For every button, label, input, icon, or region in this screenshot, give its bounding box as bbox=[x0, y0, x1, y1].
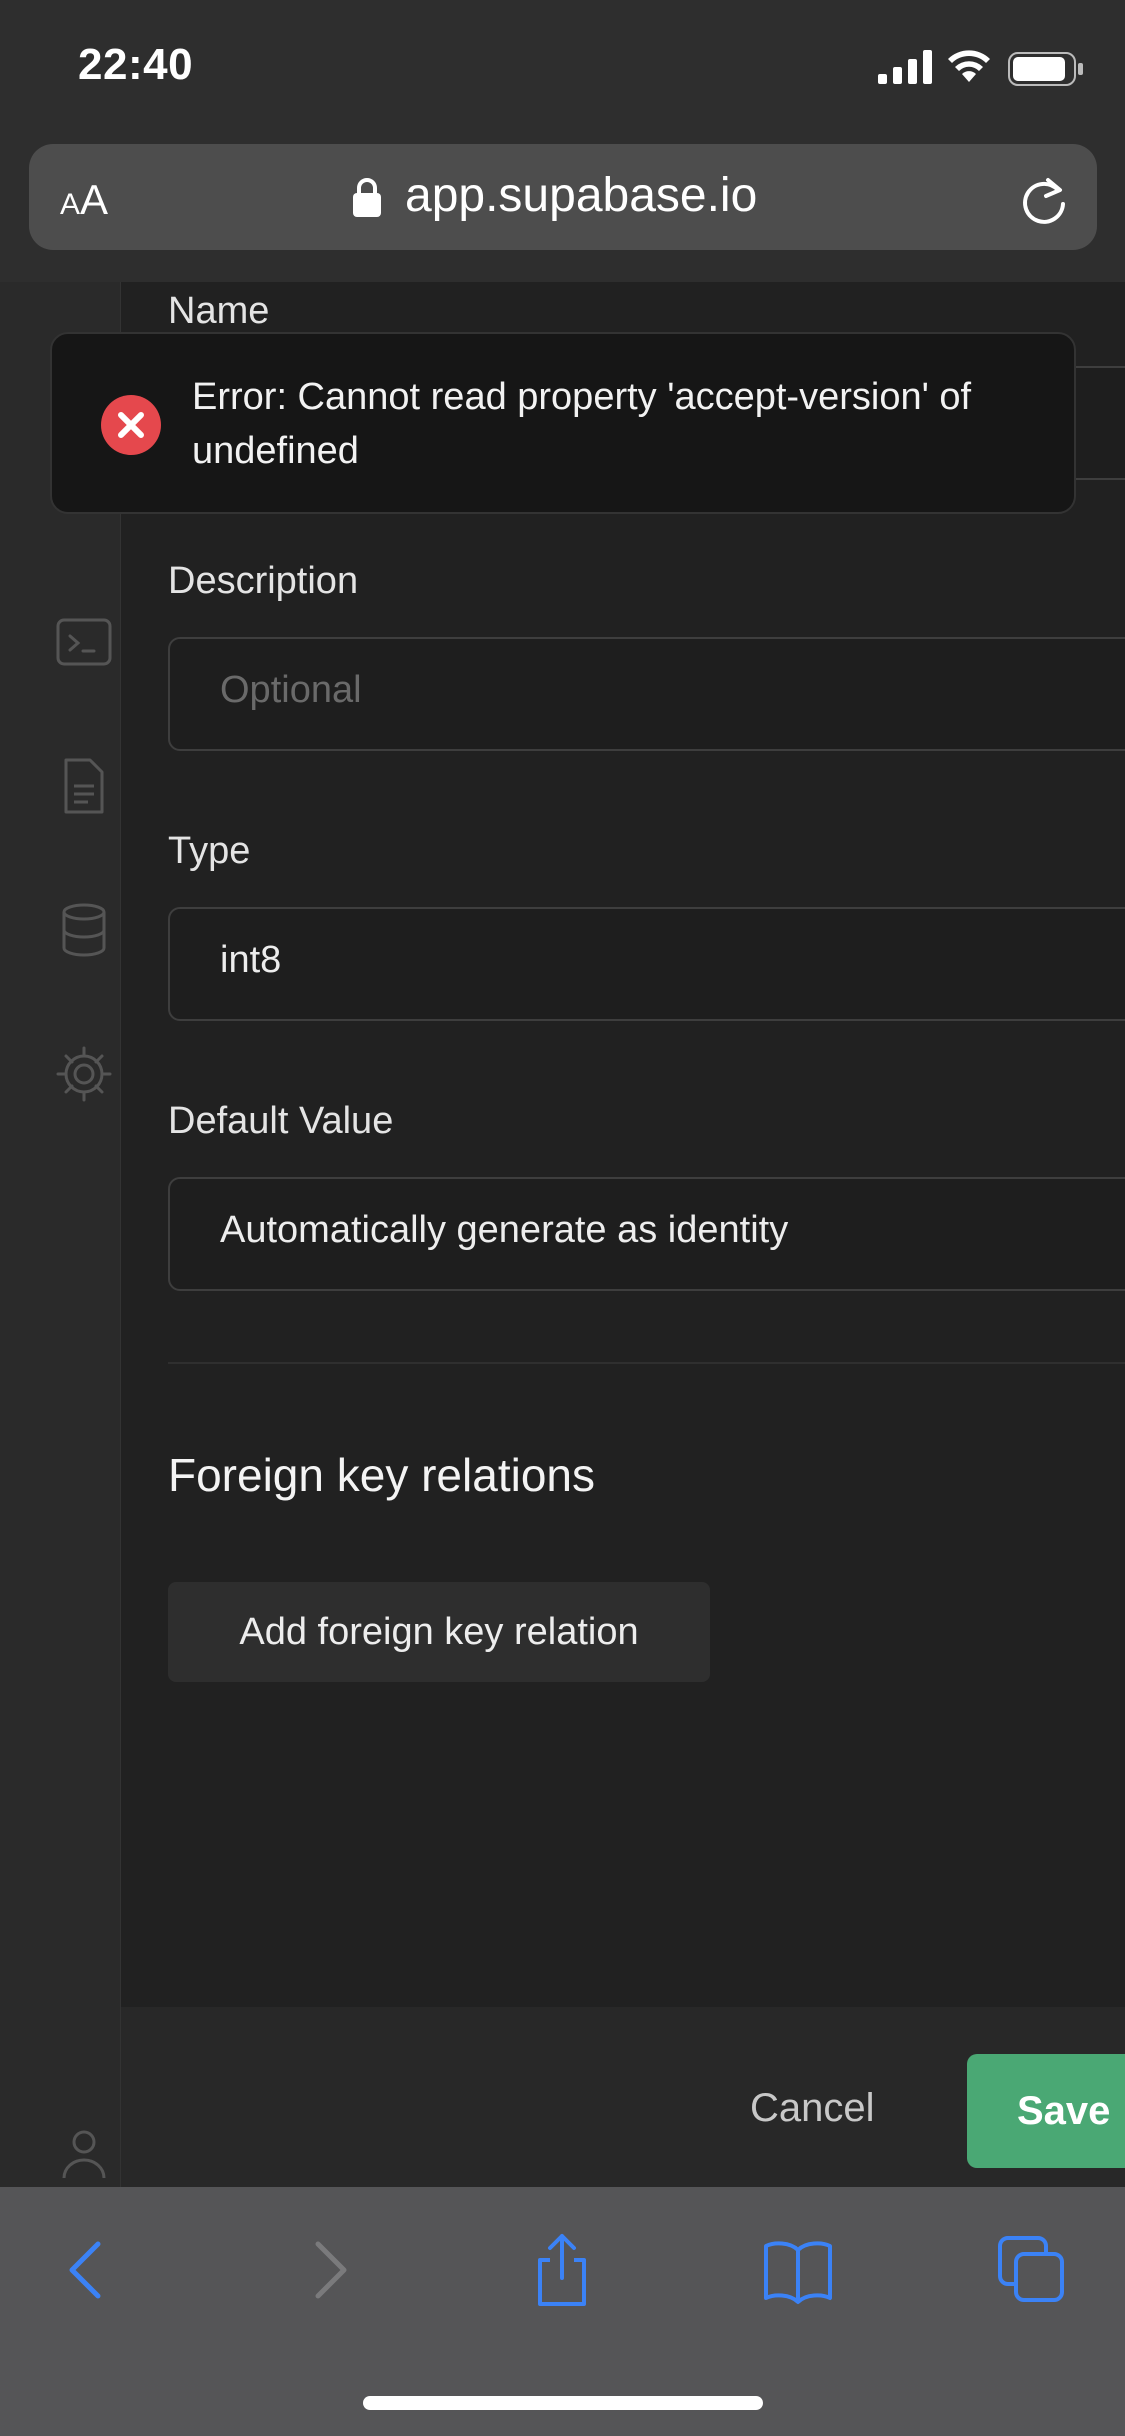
description-placeholder: Optional bbox=[220, 669, 362, 711]
reload-icon[interactable] bbox=[1018, 174, 1070, 226]
user-icon[interactable] bbox=[54, 2122, 114, 2182]
status-bar: 22:40 bbox=[0, 0, 1125, 138]
bookmarks-icon[interactable] bbox=[760, 2232, 836, 2308]
default-value-text: Automatically generate as identity bbox=[220, 1209, 789, 1251]
tabs-icon[interactable] bbox=[994, 2232, 1070, 2308]
status-time: 22:40 bbox=[78, 40, 194, 89]
name-label: Name bbox=[168, 290, 270, 332]
description-label: Description bbox=[168, 560, 359, 602]
home-indicator bbox=[363, 2396, 763, 2410]
type-select[interactable]: int8 bbox=[168, 907, 1125, 1021]
description-input[interactable]: Optional bbox=[168, 637, 1125, 751]
share-icon[interactable] bbox=[524, 2232, 600, 2308]
default-value-label: Default Value bbox=[168, 1100, 394, 1142]
error-circle-icon bbox=[101, 395, 161, 455]
default-value-select[interactable]: Automatically generate as identity bbox=[168, 1177, 1125, 1291]
cellular-signal-icon bbox=[878, 50, 932, 84]
database-icon[interactable] bbox=[54, 900, 114, 960]
forward-icon[interactable] bbox=[290, 2232, 366, 2308]
terminal-icon[interactable] bbox=[54, 612, 114, 672]
lock-icon bbox=[353, 178, 381, 217]
gear-icon[interactable] bbox=[54, 1044, 114, 1104]
error-message: Error: Cannot read property 'accept-vers… bbox=[192, 376, 972, 472]
section-divider bbox=[168, 1362, 1125, 1364]
save-button[interactable]: Save bbox=[967, 2054, 1125, 2168]
document-icon[interactable] bbox=[54, 756, 114, 816]
error-toast: Error: Cannot read property 'accept-vers… bbox=[50, 332, 1076, 514]
add-foreign-key-button[interactable]: Add foreign key relation bbox=[168, 1582, 710, 1682]
type-label: Type bbox=[168, 830, 251, 872]
text-size-button[interactable]: AA bbox=[60, 176, 108, 224]
type-value: int8 bbox=[220, 939, 282, 981]
column-editor-panel bbox=[121, 282, 1125, 2007]
url-text[interactable]: app.supabase.io bbox=[405, 168, 757, 223]
foreign-key-title: Foreign key relations bbox=[168, 1449, 595, 1501]
cancel-button[interactable]: Cancel bbox=[750, 2086, 875, 2131]
battery-icon bbox=[1008, 52, 1083, 86]
back-icon[interactable] bbox=[50, 2232, 126, 2308]
wifi-icon bbox=[948, 50, 990, 82]
sidebar bbox=[0, 282, 121, 2187]
